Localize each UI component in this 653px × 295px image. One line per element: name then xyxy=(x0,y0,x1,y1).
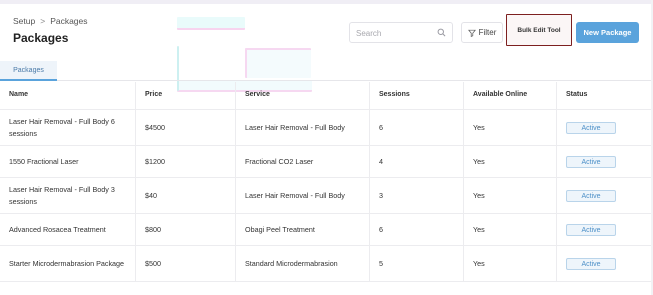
filter-icon xyxy=(467,29,476,37)
breadcrumb-current: Packages xyxy=(50,16,88,26)
cell-service: Fractional CO2 Laser xyxy=(235,146,370,177)
cell-online: Yes xyxy=(463,214,557,245)
table-row[interactable]: Starter Microdermabrasion Package $500 S… xyxy=(0,246,653,282)
cell-service: Obagi Peel Treatment xyxy=(235,214,370,245)
cell-online: Yes xyxy=(463,110,557,145)
cell-service: Laser Hair Removal - Full Body xyxy=(235,110,370,145)
column-header-status[interactable]: Status xyxy=(556,82,653,109)
status-badge: Active xyxy=(566,155,616,168)
cell-name[interactable]: Starter Microdermabrasion Package xyxy=(0,246,136,281)
tab-packages[interactable]: Packages xyxy=(0,61,57,81)
table-row[interactable]: Laser Hair Removal - Full Body 6 session… xyxy=(0,110,653,146)
cell-sessions: 6 xyxy=(369,110,464,145)
cell-name[interactable]: Laser Hair Removal - Full Body 6 session… xyxy=(0,110,136,145)
cell-sessions: 4 xyxy=(369,146,464,177)
cell-online: Yes xyxy=(463,246,557,281)
search-input[interactable] xyxy=(356,24,436,43)
packages-table: Name Price Service Sessions Available On… xyxy=(0,82,653,282)
cell-service: Standard Microdermabrasion xyxy=(235,246,370,281)
column-header-price[interactable]: Price xyxy=(135,82,236,109)
cell-price: $1200 xyxy=(135,146,236,177)
cell-price: $800 xyxy=(135,214,236,245)
cell-sessions: 5 xyxy=(369,246,464,281)
overlay-artifact xyxy=(177,17,245,30)
cell-status: Active xyxy=(556,178,653,213)
status-badge: Active xyxy=(566,189,616,202)
column-header-available-online[interactable]: Available Online xyxy=(463,82,557,109)
cell-online: Yes xyxy=(463,146,557,177)
breadcrumb-setup[interactable]: Setup xyxy=(13,16,35,26)
cell-price: $4500 xyxy=(135,110,236,145)
table-header-row: Name Price Service Sessions Available On… xyxy=(0,82,653,110)
cell-price: $500 xyxy=(135,246,236,281)
cell-status: Active xyxy=(556,146,653,177)
table-row[interactable]: Advanced Rosacea Treatment $800 Obagi Pe… xyxy=(0,214,653,246)
filter-label: Filter xyxy=(478,28,497,37)
cell-name[interactable]: 1550 Fractional Laser xyxy=(0,146,136,177)
column-header-name[interactable]: Name xyxy=(0,82,136,109)
cell-name[interactable]: Advanced Rosacea Treatment xyxy=(0,214,136,245)
column-header-sessions[interactable]: Sessions xyxy=(369,82,464,109)
page-title: Packages xyxy=(13,31,69,45)
cell-name[interactable]: Laser Hair Removal - Full Body 3 session… xyxy=(0,178,136,213)
status-badge: Active xyxy=(566,121,616,134)
cell-status: Active xyxy=(556,214,653,245)
cell-price: $40 xyxy=(135,178,236,213)
cell-status: Active xyxy=(556,110,653,145)
cell-online: Yes xyxy=(463,178,557,213)
status-badge: Active xyxy=(566,257,616,270)
table-row[interactable]: 1550 Fractional Laser $1200 Fractional C… xyxy=(0,146,653,178)
cell-sessions: 6 xyxy=(369,214,464,245)
breadcrumb-separator: > xyxy=(40,16,46,26)
new-package-button[interactable]: New Package xyxy=(576,22,639,43)
top-strip xyxy=(0,0,653,4)
cell-sessions: 3 xyxy=(369,178,464,213)
search-box[interactable] xyxy=(349,22,453,43)
table-row[interactable]: Laser Hair Removal - Full Body 3 session… xyxy=(0,178,653,214)
search-icon[interactable] xyxy=(437,28,446,37)
status-badge: Active xyxy=(566,223,616,236)
tab-bar: Packages xyxy=(0,61,653,81)
breadcrumb: Setup > Packages xyxy=(13,16,88,26)
bulk-edit-tool-button[interactable]: Bulk Edit Tool xyxy=(506,14,572,46)
filter-button[interactable]: Filter xyxy=(461,22,503,43)
column-header-service[interactable]: Service xyxy=(235,82,370,109)
cell-status: Active xyxy=(556,246,653,281)
cell-service: Laser Hair Removal - Full Body xyxy=(235,178,370,213)
